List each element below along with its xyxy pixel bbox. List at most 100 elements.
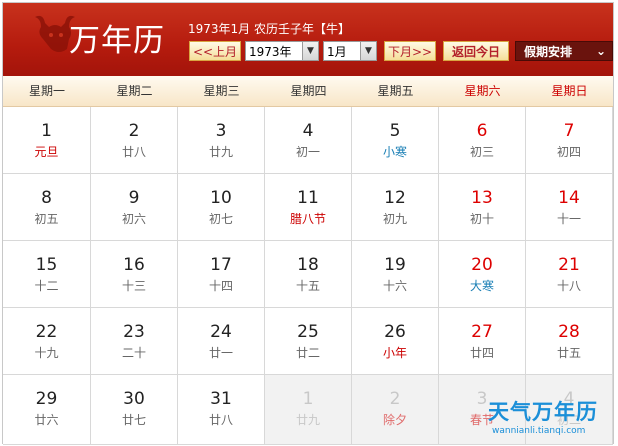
weekday-label: 星期五 xyxy=(377,84,414,98)
day-number: 2 xyxy=(389,389,401,409)
day-number: 22 xyxy=(35,322,58,342)
day-cell[interactable]: 11 腊八节 xyxy=(265,174,352,241)
weekday-label: 星期四 xyxy=(290,84,327,98)
year-select-value: 1973年 xyxy=(249,44,292,59)
calendar-widget: 万年历 1973年1月 农历壬子年【牛】 <<上月 1973年 ▼ 1月 ▼ 下… xyxy=(2,2,614,445)
day-cell[interactable]: 6 初三 xyxy=(439,107,526,174)
lunar-date: 廿四 xyxy=(469,346,494,360)
day-number: 7 xyxy=(563,121,575,141)
day-number: 24 xyxy=(210,322,232,342)
day-cell[interactable]: 16 十三 xyxy=(91,241,178,308)
day-cell[interactable]: 26 小年 xyxy=(352,308,439,375)
lunar-date: 初十 xyxy=(469,212,494,226)
day-number: 21 xyxy=(558,255,580,275)
holiday-schedule-button[interactable]: 假期安排 ⌄ xyxy=(515,41,613,61)
lunar-date: 小寒 xyxy=(382,145,407,159)
day-number: 16 xyxy=(123,255,145,275)
day-number: 13 xyxy=(471,188,493,208)
day-number: 9 xyxy=(128,188,140,208)
day-cell[interactable]: 4 初一 xyxy=(265,107,352,174)
weekday-header: 星期一 星期二 星期三 星期四 星期五 星期六 星期日 xyxy=(3,76,613,107)
day-cell[interactable]: 12 初九 xyxy=(352,174,439,241)
lunar-date: 廿六 xyxy=(34,413,59,427)
day-number: 2 xyxy=(128,121,140,141)
day-number: 23 xyxy=(123,322,145,342)
day-cell[interactable]: 22 十九 xyxy=(3,308,91,375)
lunar-date: 廿八 xyxy=(121,145,146,159)
lunar-date: 初一 xyxy=(295,145,320,159)
lunar-date: 十六 xyxy=(382,279,407,293)
day-cell[interactable]: 31 廿八 xyxy=(178,375,265,445)
weekday-label: 星期一 xyxy=(28,84,65,98)
lunar-date: 腊八节 xyxy=(289,212,326,226)
day-cell[interactable]: 25 廿二 xyxy=(265,308,352,375)
lunar-date: 初四 xyxy=(556,145,581,159)
month-select-value: 1月 xyxy=(327,44,347,59)
lunar-date: 廿七 xyxy=(121,413,146,427)
day-cell[interactable]: 14 十一 xyxy=(526,174,613,241)
day-cell[interactable]: 7 初四 xyxy=(526,107,613,174)
holiday-schedule-label: 假期安排 xyxy=(524,44,573,59)
day-cell[interactable]: 3 廿九 xyxy=(178,107,265,174)
day-cell[interactable]: 30 廿七 xyxy=(91,375,178,445)
day-number: 28 xyxy=(558,322,580,342)
day-number: 26 xyxy=(384,322,406,342)
lunar-date: 除夕 xyxy=(382,413,407,427)
month-select[interactable]: 1月 ▼ xyxy=(323,41,377,61)
day-cell[interactable]: 21 十八 xyxy=(526,241,613,308)
lunar-date: 十九 xyxy=(34,346,59,360)
lunar-date: 二十 xyxy=(121,346,146,360)
lunar-date: 初七 xyxy=(208,212,233,226)
day-number: 8 xyxy=(41,188,52,208)
day-number: 29 xyxy=(35,389,58,409)
day-cell[interactable]: 5 小寒 xyxy=(352,107,439,174)
chevron-down-icon: ▼ xyxy=(360,42,376,60)
day-cell[interactable]: 15 十二 xyxy=(3,241,91,308)
lunar-date: 小年 xyxy=(382,346,407,360)
day-number: 11 xyxy=(297,188,319,208)
next-month-button[interactable]: 下月>> xyxy=(384,41,436,61)
day-cell[interactable]: 28 廿五 xyxy=(526,308,613,375)
day-cell[interactable]: 2 廿八 xyxy=(91,107,178,174)
weekday-label: 星期三 xyxy=(203,84,240,98)
day-cell[interactable]: 19 十六 xyxy=(352,241,439,308)
calendar-header: 万年历 1973年1月 农历壬子年【牛】 <<上月 1973年 ▼ 1月 ▼ 下… xyxy=(3,3,613,76)
day-cell[interactable]: 1 元旦 xyxy=(3,107,91,174)
weekday-label: 星期六 xyxy=(464,84,501,98)
day-cell[interactable]: 8 初五 xyxy=(3,174,91,241)
day-cell[interactable]: 17 十四 xyxy=(178,241,265,308)
day-cell[interactable]: 23 二十 xyxy=(91,308,178,375)
back-to-today-button[interactable]: 返回今日 xyxy=(443,41,509,61)
day-number: 19 xyxy=(384,255,406,275)
day-number: 10 xyxy=(210,188,232,208)
lunar-date: 十五 xyxy=(295,279,320,293)
day-cell[interactable]: 1 廿九 xyxy=(265,375,352,445)
lunar-date: 大寒 xyxy=(469,279,494,293)
day-cell[interactable]: 29 廿六 xyxy=(3,375,91,445)
lunar-date: 十八 xyxy=(556,279,581,293)
lunar-date: 十三 xyxy=(121,279,146,293)
day-cell[interactable]: 20 大寒 xyxy=(439,241,526,308)
day-number: 1 xyxy=(41,121,52,141)
day-number: 18 xyxy=(297,255,319,275)
day-cell[interactable]: 27 廿四 xyxy=(439,308,526,375)
day-number: 20 xyxy=(471,255,493,275)
day-cell[interactable]: 10 初七 xyxy=(178,174,265,241)
lunar-date: 初六 xyxy=(121,212,146,226)
chevron-down-icon: ▼ xyxy=(302,42,318,60)
day-number: 25 xyxy=(297,322,319,342)
watermark-url: wannianli.tianqi.com xyxy=(492,426,586,436)
day-cell[interactable]: 24 廿一 xyxy=(178,308,265,375)
day-cell[interactable]: 18 十五 xyxy=(265,241,352,308)
day-number: 15 xyxy=(35,255,58,275)
prev-month-button[interactable]: <<上月 xyxy=(189,41,241,61)
watermark-text: 天气万年历 xyxy=(488,400,598,424)
lunar-date: 廿五 xyxy=(556,346,581,360)
day-cell[interactable]: 2 除夕 xyxy=(352,375,439,445)
year-select[interactable]: 1973年 ▼ xyxy=(245,41,319,61)
day-number: 6 xyxy=(476,121,488,141)
day-cell[interactable]: 13 初十 xyxy=(439,174,526,241)
day-number: 17 xyxy=(210,255,232,275)
day-cell[interactable]: 9 初六 xyxy=(91,174,178,241)
current-date-label: 1973年1月 农历壬子年【牛】 xyxy=(188,22,350,36)
